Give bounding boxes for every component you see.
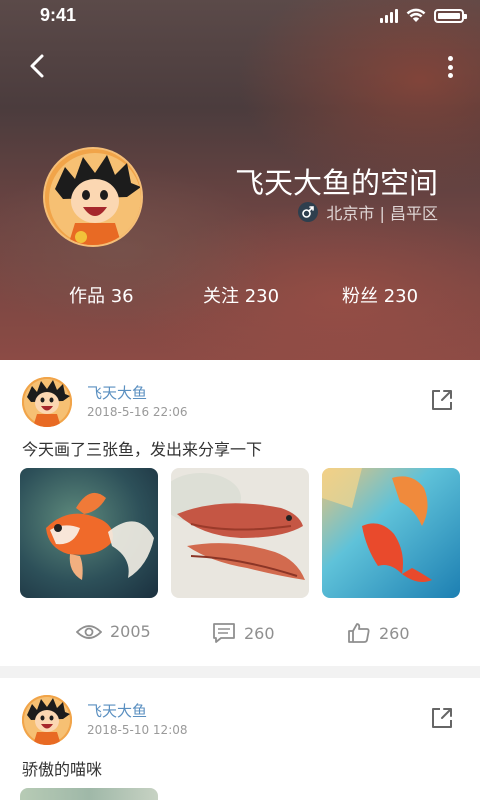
eye-icon	[76, 624, 102, 639]
profile-header: 9:41 飞天大鱼的空间 北京市 | 昌平区 作品 36 关注 230 粉丝 2…	[0, 0, 480, 360]
avatar-image	[22, 377, 72, 427]
likes-value: 260	[379, 623, 410, 643]
comment-icon	[213, 623, 235, 643]
post-card: 飞天大鱼 2018-5-16 22:06 今天画了三张鱼，发出来分享一下 200…	[0, 360, 480, 666]
profile-stats: 作品 36 关注 230 粉丝 230	[0, 282, 480, 308]
views-count[interactable]: 2005	[76, 622, 151, 641]
status-time: 9:41	[40, 5, 77, 25]
share-icon	[432, 708, 452, 728]
status-bar: 9:41	[0, 0, 480, 32]
share-button[interactable]	[428, 704, 456, 732]
post-image-fish-pair[interactable]	[171, 468, 309, 598]
post-image-cat[interactable]	[20, 788, 158, 800]
wifi-icon	[406, 8, 426, 22]
likes-count[interactable]: 260	[347, 622, 410, 644]
post-author-avatar[interactable]	[22, 377, 72, 427]
stat-following[interactable]: 关注 230	[203, 282, 279, 308]
post-image-goldfish[interactable]	[20, 468, 158, 598]
thumbs-up-icon	[348, 623, 370, 643]
stat-works[interactable]: 作品 36	[69, 282, 134, 308]
battery-icon	[434, 8, 467, 23]
back-icon	[30, 54, 44, 78]
signal-icon	[380, 8, 398, 23]
post-author-name[interactable]: 飞天大鱼	[87, 700, 147, 721]
location-text: 北京市 | 昌平区	[326, 204, 438, 223]
share-button[interactable]	[428, 386, 456, 414]
back-button[interactable]	[22, 50, 54, 82]
male-icon	[298, 202, 319, 222]
share-icon	[432, 390, 452, 410]
location-info: 北京市 | 昌平区	[298, 200, 438, 224]
comments-value: 260	[244, 623, 275, 643]
status-icons	[380, 8, 467, 23]
post-actions: 2005 260 260	[0, 622, 480, 648]
more-icon	[447, 56, 453, 61]
avatar-image	[45, 149, 141, 245]
more-button[interactable]	[444, 52, 456, 82]
post-date: 2018-5-16 22:06	[87, 405, 188, 419]
stat-followers[interactable]: 粉丝 230	[342, 282, 418, 308]
post-text: 今天画了三张鱼，发出来分享一下	[22, 440, 263, 459]
post-author-name[interactable]: 飞天大鱼	[87, 382, 147, 403]
avatar-image	[22, 695, 72, 745]
post-author-avatar[interactable]	[22, 695, 72, 745]
views-value: 2005	[110, 622, 151, 641]
post-image-grid	[20, 468, 461, 598]
post-card: 飞天大鱼 2018-5-10 12:08 骄傲的喵咪	[0, 678, 480, 800]
space-title: 飞天大鱼的空间	[234, 166, 438, 200]
post-text: 骄傲的喵咪	[22, 760, 103, 779]
comments-count[interactable]: 260	[212, 622, 275, 644]
post-image-koi[interactable]	[322, 468, 460, 598]
post-date: 2018-5-10 12:08	[87, 723, 188, 737]
profile-avatar[interactable]	[43, 147, 143, 247]
